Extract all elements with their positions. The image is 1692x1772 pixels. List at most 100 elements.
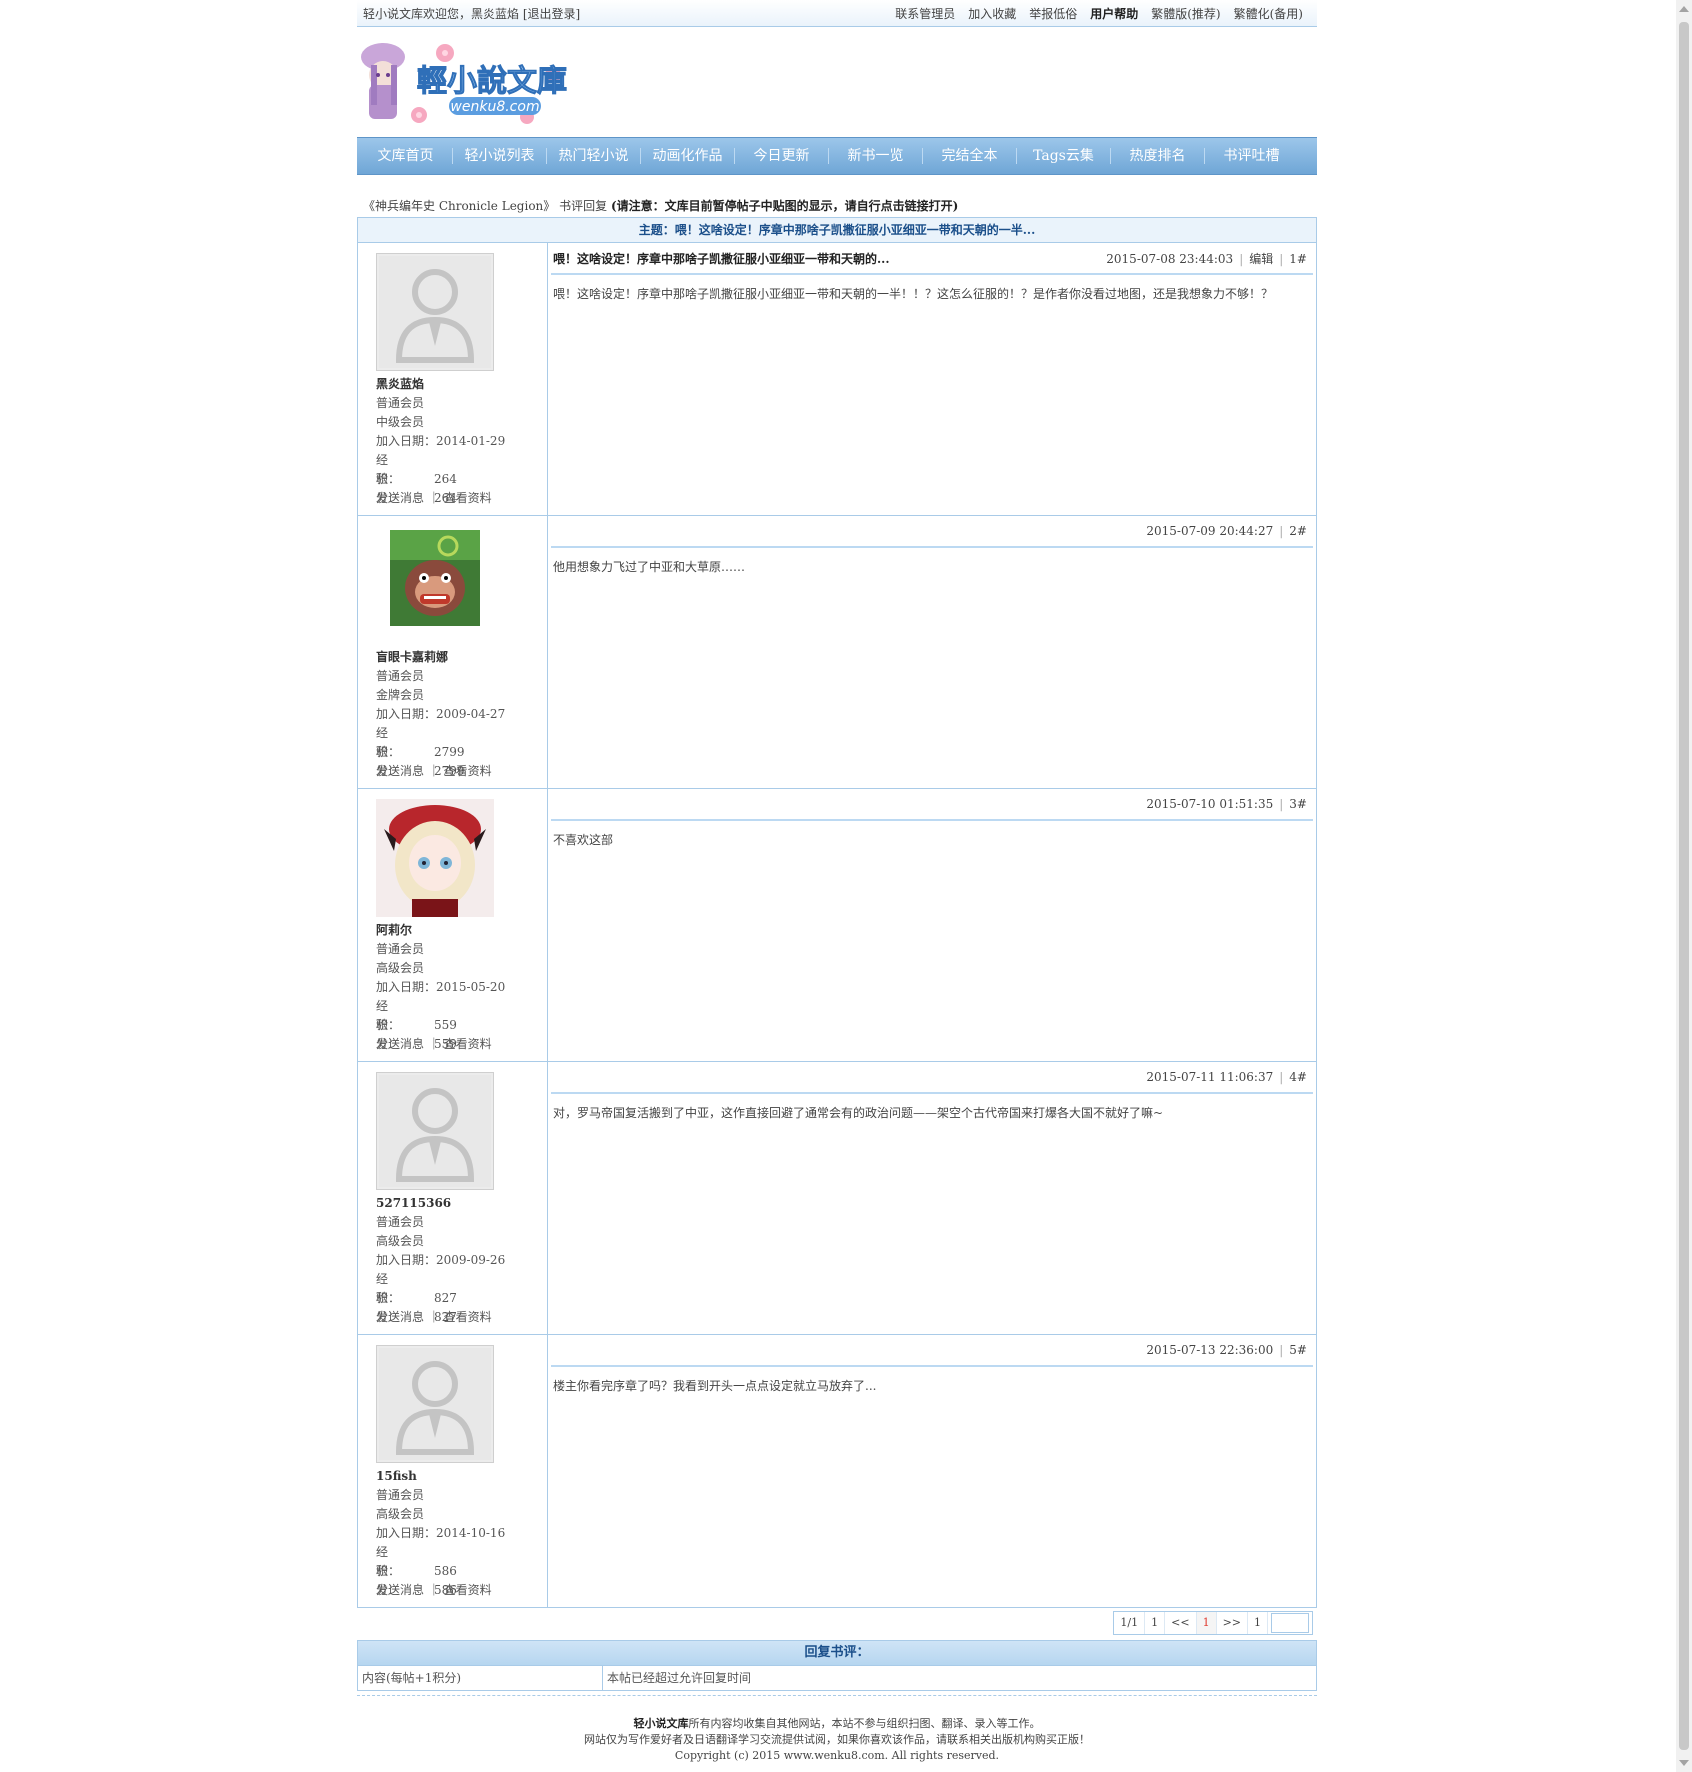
post-meta: 2015-07-13 22:36:00 | 5# xyxy=(1146,1343,1307,1357)
page-jump-input[interactable] xyxy=(1271,1613,1309,1633)
post-time: 2015-07-10 01:51:35 xyxy=(1146,797,1274,811)
post-body: 喂！这啥设定！序章中那啥子凯撒征服小亚细亚一带和天朝的一半！！？这怎么征服的！？… xyxy=(553,287,1274,301)
join-label: 加入日期： xyxy=(376,980,437,994)
score: 积 分： 827 xyxy=(376,1289,547,1324)
avatar[interactable] xyxy=(376,1345,494,1463)
post-header: 2015-07-11 11:06:37 | 4# xyxy=(551,1062,1313,1094)
user-actions[interactable]: 发送消息 ｜ 查看资料 xyxy=(376,1035,547,1054)
post-time: 2015-07-13 22:36:00 xyxy=(1146,1343,1274,1357)
username[interactable]: 527115366 xyxy=(376,1194,547,1213)
post-body: 对，罗马帝国复活搬到了中亚，这作直接回避了通常会有的政治问题——架空个古代帝国来… xyxy=(553,1106,1164,1120)
welcome-text[interactable]: 轻小说文库欢迎您，黑炎蓝焰 [退出登录] xyxy=(357,5,580,22)
page-first[interactable]: 1 xyxy=(1145,1612,1166,1634)
page-prev[interactable]: << xyxy=(1165,1612,1197,1634)
avatar[interactable] xyxy=(376,1072,494,1190)
page-scrollbar[interactable] xyxy=(1676,0,1692,1772)
nav-hot-novels[interactable]: 热门轻小说 xyxy=(547,148,641,164)
nav-today-update[interactable]: 今日更新 xyxy=(735,148,829,164)
nav-completed[interactable]: 完结全本 xyxy=(923,148,1017,164)
page-last[interactable]: 1 xyxy=(1248,1612,1268,1634)
user-actions[interactable]: 发送消息 ｜ 查看资料 xyxy=(376,762,547,781)
post-title: 喂！这啥设定！序章中那啥子凯撒征服小亚细亚一带和天朝的... xyxy=(553,251,890,266)
post-header: 喂！这啥设定！序章中那啥子凯撒征服小亚细亚一带和天朝的... 2015-07-0… xyxy=(551,243,1313,275)
floor-number[interactable]: 5# xyxy=(1289,1343,1307,1357)
scrollbar-thumb[interactable] xyxy=(1679,22,1689,1750)
monkey-avatar-icon xyxy=(390,530,480,626)
floor-number[interactable]: 2# xyxy=(1289,524,1307,538)
breadcrumb-section: 书评回复 xyxy=(559,199,608,213)
post-meta: 2015-07-11 11:06:37 | 4# xyxy=(1146,1070,1307,1084)
experience: 经 验： 559 xyxy=(376,997,547,1032)
user-level: 中级会员 xyxy=(376,415,425,429)
post-header: 2015-07-09 20:44:27 | 2# xyxy=(551,516,1313,548)
user-group: 普通会员 xyxy=(376,1215,425,1229)
join-value: 2014-10-16 xyxy=(436,1526,506,1540)
page-info: 1/1 xyxy=(1114,1612,1146,1634)
join-date: 加入日期：2009-09-26 xyxy=(376,1251,547,1270)
nav-tags[interactable]: Tags云集 xyxy=(1017,148,1111,164)
post-content: 2015-07-10 01:51:35 | 3# 不喜欢这部 xyxy=(548,789,1316,1061)
nav-ranking[interactable]: 热度排名 xyxy=(1111,148,1205,164)
join-value: 2009-04-27 xyxy=(436,707,506,721)
add-favorite-link[interactable]: 加入收藏 xyxy=(968,5,1016,22)
floor-number[interactable]: 4# xyxy=(1289,1070,1307,1084)
footer-copyright: Copyright (c) 2015 www.wenku8.com. All r… xyxy=(674,1749,1000,1762)
user-help-link[interactable]: 用户帮助 xyxy=(1090,5,1138,22)
user-level: 金牌会员 xyxy=(376,688,425,702)
join-value: 2014-01-29 xyxy=(436,434,506,448)
default-avatar-icon xyxy=(379,256,491,368)
default-avatar-icon xyxy=(379,1348,491,1460)
nav-novel-list[interactable]: 轻小说列表 xyxy=(453,148,547,164)
post-content: 2015-07-11 11:06:37 | 4# 对，罗马帝国复活搬到了中亚，这作直… xyxy=(548,1062,1316,1334)
join-label: 加入日期： xyxy=(376,1253,437,1267)
floor-number[interactable]: 3# xyxy=(1289,797,1307,811)
user-actions[interactable]: 发送消息 ｜ 查看资料 xyxy=(376,1581,547,1600)
reply-header: 回复书评： xyxy=(357,1640,1317,1666)
floor-number[interactable]: 1# xyxy=(1289,252,1307,266)
nav-anime-works[interactable]: 动画化作品 xyxy=(641,148,735,164)
edit-link[interactable]: 编辑 xyxy=(1249,252,1273,266)
footer: 轻小说文库所有内容均收集自其他网站，本站不参与组织扫图、翻译、录入等工作。 网站… xyxy=(357,1716,1317,1764)
anime-girl-avatar-icon xyxy=(376,799,494,917)
score: 积 分： 559 xyxy=(376,1016,547,1051)
post-body: 不喜欢这部 xyxy=(553,833,614,847)
user-actions[interactable]: 发送消息 ｜ 查看资料 xyxy=(376,489,547,508)
reply-row: 内容(每帖+1积分) 本帖已经超过允许回复时间 xyxy=(357,1666,1317,1691)
join-date: 加入日期：2009-04-27 xyxy=(376,705,547,724)
post-user-info: 527115366 普通会员 高级会员 加入日期：2009-09-26 经 验：… xyxy=(358,1062,548,1334)
avatar[interactable] xyxy=(376,799,494,917)
username[interactable]: 黑炎蓝焰 xyxy=(376,375,547,394)
footer-disclaimer: 所有内容均收集自其他网站，本站不参与组织扫图、翻译、录入等工作。 xyxy=(688,1717,1041,1730)
logo-title: 輕小說文庫 xyxy=(417,64,567,99)
user-group: 普通会员 xyxy=(376,1488,425,1502)
nav-reviews[interactable]: 书评吐槽 xyxy=(1205,148,1298,164)
page-next[interactable]: >> xyxy=(1217,1612,1248,1634)
username[interactable]: 15fish xyxy=(376,1467,547,1486)
contact-admin-link[interactable]: 联系管理员 xyxy=(895,5,955,22)
nav-home[interactable]: 文库首页 xyxy=(359,148,453,164)
user-group: 普通会员 xyxy=(376,396,425,410)
username[interactable]: 盲眼卡嘉莉娜 xyxy=(376,648,547,667)
post-content: 2015-07-09 20:44:27 | 2# 他用想象力飞过了中亚和大草原…… xyxy=(548,516,1316,788)
experience: 经 验： 827 xyxy=(376,1270,547,1305)
user-actions[interactable]: 发送消息 ｜ 查看资料 xyxy=(376,1308,547,1327)
site-logo[interactable]: 輕小說文庫 wenku8.com xyxy=(357,27,1317,137)
traditionalize-link[interactable]: 繁體化(备用) xyxy=(1234,5,1303,22)
breadcrumb: 《神兵编年史 Chronicle Legion》 书评回复 (请注意：文库目前暂… xyxy=(357,197,1317,213)
post-header: 2015-07-10 01:51:35 | 3# xyxy=(551,789,1313,821)
breadcrumb-book-link[interactable]: 《神兵编年史 Chronicle Legion》 xyxy=(363,199,555,213)
report-link[interactable]: 举报低俗 xyxy=(1029,5,1077,22)
post-user-info: 盲眼卡嘉莉娜 普通会员 金牌会员 加入日期：2009-04-27 经 验： 279… xyxy=(358,516,548,788)
scroll-up-icon[interactable] xyxy=(1679,6,1689,12)
avatar[interactable] xyxy=(376,253,494,371)
post-4: 527115366 普通会员 高级会员 加入日期：2009-09-26 经 验：… xyxy=(357,1062,1317,1335)
logo-image: 輕小說文庫 wenku8.com xyxy=(361,43,568,124)
scroll-down-icon[interactable] xyxy=(1679,1760,1689,1766)
post-3: 阿莉尔 普通会员 高级会员 加入日期：2015-05-20 经 验： 559 积 … xyxy=(357,789,1317,1062)
traditional-version-link[interactable]: 繁體版(推荐) xyxy=(1151,5,1220,22)
experience: 经 验： 264 xyxy=(376,451,547,486)
nav-new-books[interactable]: 新书一览 xyxy=(829,148,923,164)
avatar[interactable] xyxy=(376,526,494,644)
username[interactable]: 阿莉尔 xyxy=(376,921,547,940)
post-time: 2015-07-08 23:44:03 xyxy=(1106,251,1234,266)
